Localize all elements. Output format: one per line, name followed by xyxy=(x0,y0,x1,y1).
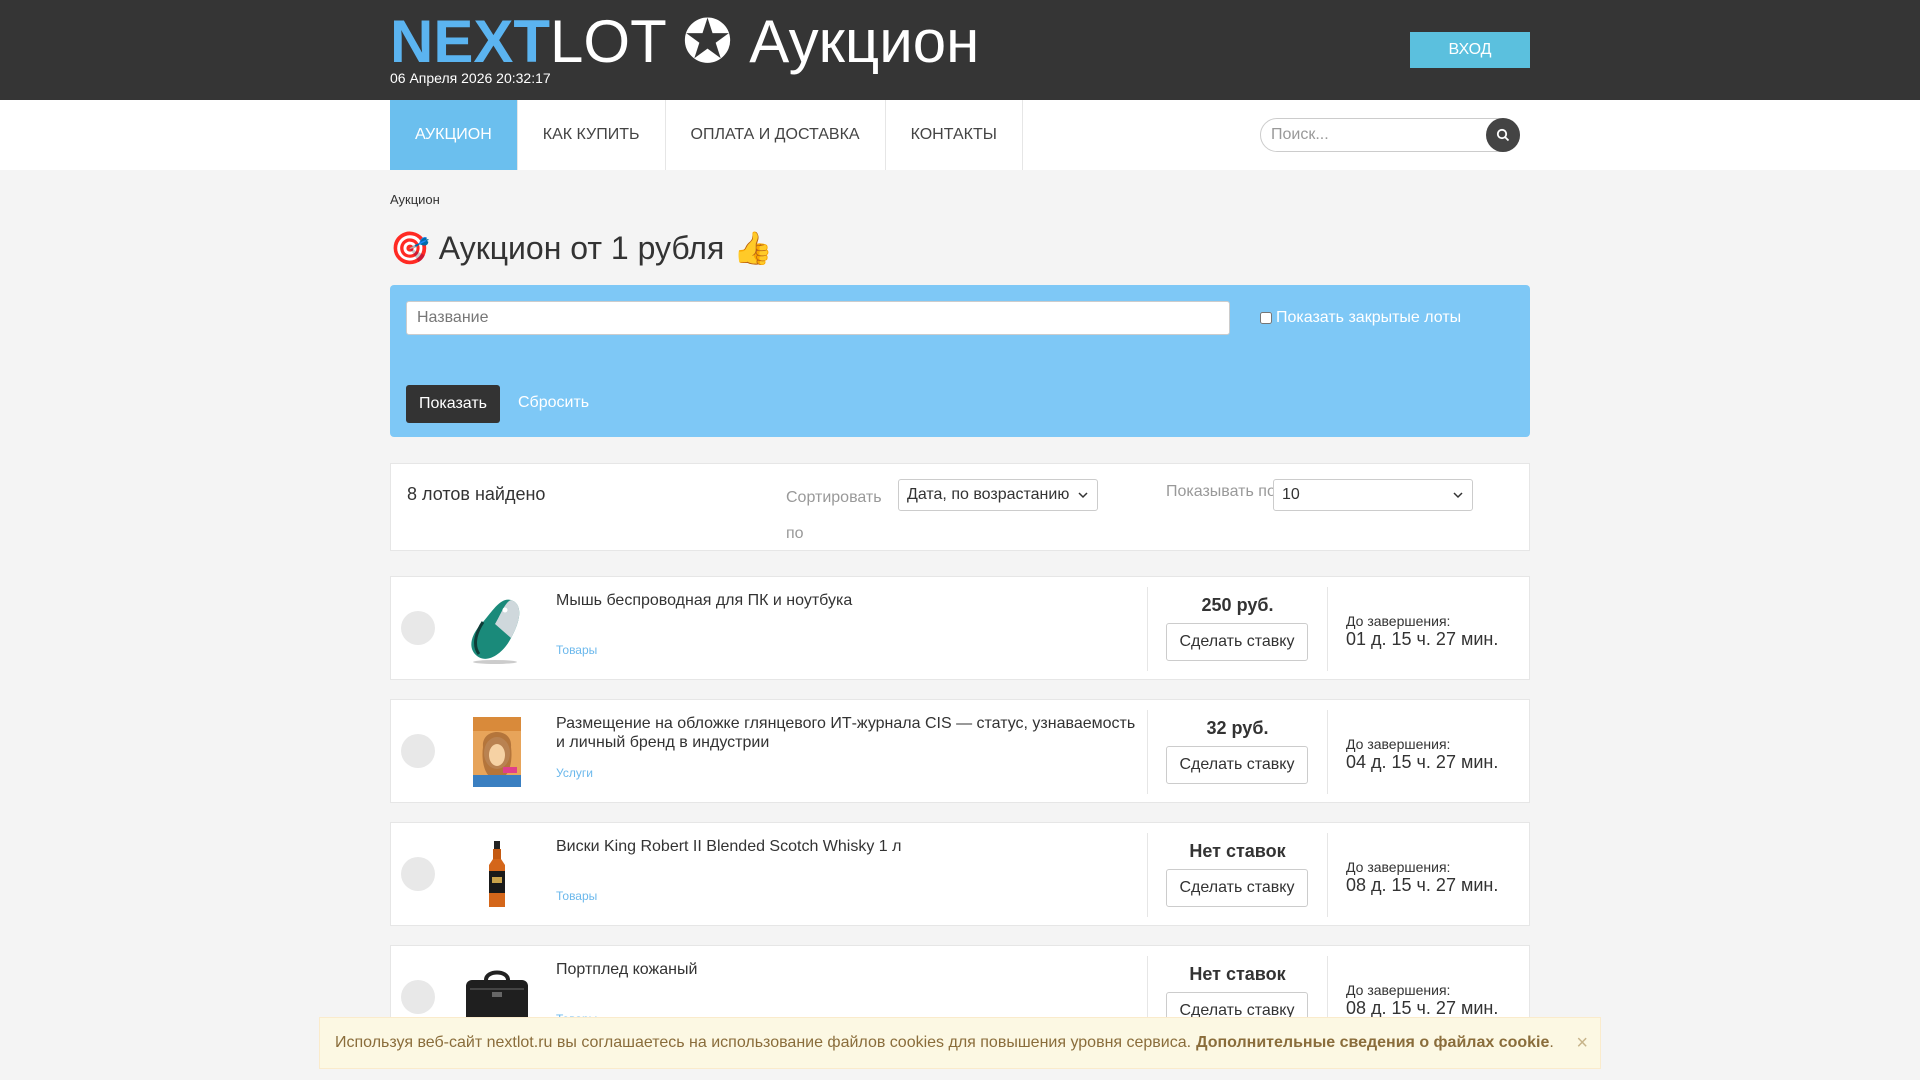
lot-price: Нет ставок xyxy=(1189,841,1286,861)
cookie-notice: Используя веб-сайт nextlot.ru вы соглаша… xyxy=(319,1017,1601,1069)
perpage-label: Показывать по xyxy=(1166,483,1276,500)
search-icon xyxy=(1496,128,1510,142)
ends-label: До завершения: xyxy=(1346,613,1451,629)
mouse-icon xyxy=(471,599,520,664)
place-bid-button[interactable]: Сделать ставку xyxy=(1166,869,1308,907)
cookie-dot: . xyxy=(1549,1034,1554,1051)
sort-value: Дата, по возрастанию xyxy=(907,486,1070,503)
place-bid-button[interactable]: Сделать ставку xyxy=(1166,623,1308,661)
page-title: 🎯 Аукцион от 1 рубля 👍 xyxy=(390,230,774,266)
ends-label: До завершения: xyxy=(1346,736,1451,752)
cookie-info-link[interactable]: Дополнительные сведения о файлах cookie xyxy=(1196,1034,1549,1052)
divider xyxy=(1327,710,1328,794)
lot-image-magazine[interactable] xyxy=(457,710,537,794)
lot-image-mouse[interactable] xyxy=(457,587,537,671)
magazine-cover-icon xyxy=(473,717,521,787)
lot-category[interactable]: Услуги xyxy=(556,766,593,780)
lot-image-whisky[interactable] xyxy=(457,833,537,917)
favorite-button[interactable] xyxy=(401,611,435,645)
lot-price: 250 руб. xyxy=(1201,595,1274,615)
lot-card: Мышь беспроводная для ПК и ноутбука Това… xyxy=(390,576,1530,680)
sort-select[interactable]: Дата, по возрастанию xyxy=(898,479,1098,511)
nav-item-payment-delivery[interactable]: ОПЛАТА И ДОСТАВКА xyxy=(666,100,886,170)
lot-title[interactable]: Портплед кожаный xyxy=(556,960,1141,979)
main-content: Аукцион 🎯 Аукцион от 1 рубля 👍 Показать … xyxy=(390,192,1530,1049)
search-box xyxy=(1260,118,1520,152)
sort-panel: 8 лотов найдено Сортировать по Дата, по … xyxy=(390,463,1530,551)
top-header: NEXTLOT ✪ Аукцион 06 Апреля 2026 20:32:1… xyxy=(0,0,1920,100)
reset-link[interactable]: Сбросить xyxy=(518,394,589,412)
show-closed-checkbox[interactable] xyxy=(1260,312,1272,324)
lot-category[interactable]: Товары xyxy=(556,889,597,903)
nav-item-how-to-buy[interactable]: КАК КУПИТЬ xyxy=(518,100,666,170)
divider xyxy=(1327,833,1328,917)
lot-title[interactable]: Мышь беспроводная для ПК и ноутбука xyxy=(556,591,1141,610)
sort-label: Сортировать по xyxy=(786,489,882,542)
perpage-select[interactable]: 10 xyxy=(1273,479,1473,511)
star-icon: ✪ xyxy=(682,8,733,75)
show-closed-lots[interactable]: Показать закрытые лоты xyxy=(1260,309,1461,327)
name-filter-input[interactable] xyxy=(406,301,1230,335)
main-nav: АУКЦИОН КАК КУПИТЬ ОПЛАТА И ДОСТАВКА КОН… xyxy=(0,100,1920,170)
lot-card: Размещение на обложке глянцевого ИТ-журн… xyxy=(390,699,1530,803)
favorite-button[interactable] xyxy=(401,734,435,768)
ends-countdown: 08 д. 15 ч. 27 мин. xyxy=(1346,875,1499,895)
search-button[interactable] xyxy=(1486,118,1520,152)
filter-panel: Показать закрытые лоты Показать Сбросить xyxy=(390,285,1530,437)
site-logo[interactable]: NEXTLOT ✪ Аукцион xyxy=(390,10,979,74)
whisky-bottle-icon xyxy=(489,841,505,907)
search-input[interactable] xyxy=(1261,119,1481,151)
logo-rest: LOT xyxy=(550,8,666,75)
nav-item-contacts[interactable]: КОНТАКТЫ xyxy=(886,100,1023,170)
show-closed-label: Показать закрытые лоты xyxy=(1276,309,1462,326)
lot-title[interactable]: Виски King Robert II Blended Scotch Whis… xyxy=(556,837,1141,856)
login-button[interactable]: ВХОД xyxy=(1410,32,1530,68)
chevron-down-icon xyxy=(1453,492,1463,499)
lot-category[interactable]: Товары xyxy=(556,643,597,657)
lot-card: Виски King Robert II Blended Scotch Whis… xyxy=(390,822,1530,926)
lots-count: 8 лотов найдено xyxy=(407,484,546,504)
nav-item-auction[interactable]: АУКЦИОН xyxy=(390,100,518,170)
logo-suffix: Аукцион xyxy=(749,8,980,75)
lot-price: 32 руб. xyxy=(1206,718,1269,738)
ends-countdown: 08 д. 15 ч. 27 мин. xyxy=(1346,998,1499,1018)
current-datetime: 06 Апреля 2026 20:32:17 xyxy=(390,70,551,86)
ends-countdown: 04 д. 15 ч. 27 мин. xyxy=(1346,752,1499,772)
close-icon[interactable]: × xyxy=(1576,1032,1588,1055)
place-bid-button[interactable]: Сделать ставку xyxy=(1166,746,1308,784)
ends-label: До завершения: xyxy=(1346,982,1451,998)
breadcrumb[interactable]: Аукцион xyxy=(390,192,1530,207)
ends-countdown: 01 д. 15 ч. 27 мин. xyxy=(1346,629,1499,649)
divider xyxy=(1327,587,1328,671)
favorite-button[interactable] xyxy=(401,980,435,1014)
lot-price: Нет ставок xyxy=(1189,964,1286,984)
lot-title[interactable]: Размещение на обложке глянцевого ИТ-журн… xyxy=(556,714,1141,752)
favorite-button[interactable] xyxy=(401,857,435,891)
show-button[interactable]: Показать xyxy=(406,385,500,423)
chevron-down-icon xyxy=(1078,492,1088,499)
perpage-value: 10 xyxy=(1282,486,1300,503)
logo-accent: NEXT xyxy=(390,8,551,75)
cookie-text: Используя веб-сайт nextlot.ru вы соглаша… xyxy=(335,1034,1192,1051)
ends-label: До завершения: xyxy=(1346,859,1451,875)
